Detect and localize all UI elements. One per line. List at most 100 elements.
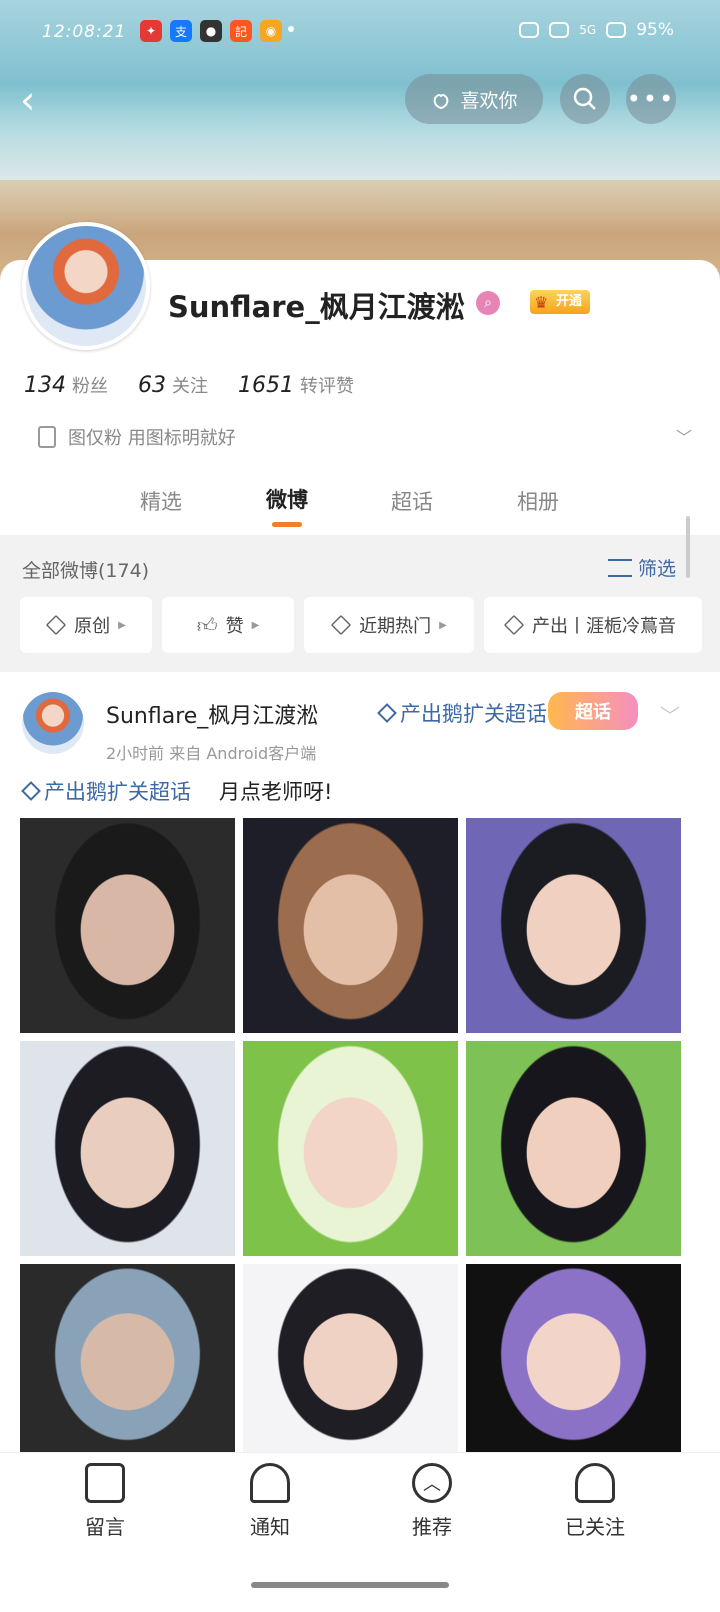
like-you-label: 喜欢你 bbox=[460, 89, 518, 112]
chip-label: 产出丨涯栀冷蔦音 bbox=[532, 616, 676, 637]
post-topic-link[interactable]: 产出鹅扩关超话 bbox=[370, 698, 547, 728]
following-label: 关注 bbox=[172, 376, 208, 397]
status-bar: 12:08:21 ✦ 支 ● 記 ◉ 5G 95% bbox=[0, 0, 720, 64]
status-right: 5G 95% bbox=[519, 20, 674, 40]
photo-7[interactable] bbox=[20, 1264, 235, 1452]
caret-right-icon: ▶ bbox=[439, 619, 447, 631]
chevron-down-icon[interactable]: ﹀ bbox=[676, 424, 692, 448]
signal-text: 5G bbox=[579, 23, 597, 37]
layers-icon bbox=[503, 614, 525, 636]
diamond-icon bbox=[21, 781, 41, 801]
photo-9[interactable] bbox=[466, 1264, 681, 1452]
filter-label: 筛选 bbox=[638, 558, 677, 580]
profile-stats: 134 粉丝 63 关注 1651 转评赞 bbox=[24, 372, 354, 398]
thumbs-up-icon: 👍︎ bbox=[196, 612, 218, 637]
photo-4[interactable] bbox=[20, 1041, 235, 1256]
likes-label: 转评赞 bbox=[300, 376, 354, 397]
post-body: 月点老师呀! bbox=[219, 780, 333, 804]
status-time: 12:08:21 bbox=[42, 22, 127, 42]
nav-label: 推荐 bbox=[412, 1515, 452, 1539]
photo-3[interactable] bbox=[466, 818, 681, 1033]
photo-6[interactable] bbox=[466, 1041, 681, 1256]
tab-album[interactable]: 相册 bbox=[517, 486, 559, 516]
app-icon-4: 記 bbox=[230, 20, 252, 42]
post-text-topic-label: 产出鹅扩关超话 bbox=[44, 780, 191, 804]
tab-featured[interactable]: 精选 bbox=[140, 486, 182, 516]
layers-icon bbox=[330, 614, 352, 636]
app-icon-1: ✦ bbox=[140, 20, 162, 42]
verified-icon[interactable]: ⌕ bbox=[476, 291, 500, 315]
search-icon bbox=[573, 87, 596, 110]
post-meta: 2小时前 来自 Android客户端 bbox=[106, 744, 317, 763]
nav-message[interactable]: 留言 bbox=[55, 1463, 155, 1540]
search-button[interactable] bbox=[560, 74, 610, 124]
diamond-icon bbox=[377, 703, 397, 723]
post-topic-label: 产出鹅扩关超话 bbox=[400, 702, 547, 726]
nav-followed[interactable]: 已关注 bbox=[545, 1463, 645, 1540]
peach-icon bbox=[434, 94, 449, 110]
chevron-down-icon[interactable]: ﹀ bbox=[660, 700, 680, 729]
nav-notify[interactable]: 通知 bbox=[220, 1463, 320, 1540]
supertopic-badge[interactable]: 超话 bbox=[548, 692, 638, 730]
battery-level: 95% bbox=[636, 20, 674, 40]
alarm-icon bbox=[549, 22, 570, 38]
like-you-button[interactable]: 喜欢你 bbox=[405, 74, 543, 124]
recommend-icon: ︿ bbox=[412, 1463, 452, 1503]
profile-page: 12:08:21 ✦ 支 ● 記 ◉ 5G 95% ‹ 喜欢你 ••• Sunf… bbox=[0, 0, 720, 1612]
wifi-icon bbox=[519, 22, 540, 38]
likes-count: 1651 bbox=[238, 373, 294, 398]
chip-topic[interactable]: 产出丨涯栀冷蔦音 bbox=[484, 597, 702, 653]
crown-icon: ♛ bbox=[534, 293, 549, 312]
banner-sea bbox=[0, 110, 720, 180]
scrollbar[interactable] bbox=[686, 516, 690, 578]
caret-right-icon: ▶ bbox=[118, 619, 126, 631]
photo-1[interactable] bbox=[20, 818, 235, 1033]
photo-8[interactable] bbox=[243, 1264, 458, 1452]
status-app-icons: ✦ 支 ● 記 ◉ bbox=[140, 20, 282, 42]
nav-recommend[interactable]: ︿ 推荐 bbox=[382, 1463, 482, 1540]
vip-badge[interactable]: ♛ 开通 bbox=[530, 290, 591, 314]
chip-label: 近期热门 bbox=[359, 616, 432, 637]
all-weibo-count: 全部微博(174) bbox=[22, 560, 150, 582]
nav-label: 留言 bbox=[85, 1515, 125, 1539]
post-avatar[interactable] bbox=[22, 692, 84, 754]
notification-dot bbox=[288, 26, 294, 32]
photo-5[interactable] bbox=[243, 1041, 458, 1256]
more-button[interactable]: ••• bbox=[626, 74, 676, 124]
post-text-topic[interactable]: 产出鹅扩关超话 bbox=[21, 776, 191, 806]
back-button[interactable]: ‹ bbox=[20, 81, 60, 122]
profile-bio[interactable]: 图仅粉 用图标明就好 bbox=[38, 424, 236, 450]
chip-label: 原创 bbox=[74, 616, 111, 637]
bell-icon bbox=[250, 1463, 290, 1503]
post-username[interactable]: Sunflare_枫月江渡淞 bbox=[106, 698, 318, 730]
nav-label: 已关注 bbox=[565, 1515, 625, 1539]
signal-icon bbox=[606, 22, 627, 38]
app-icon-weibo: ◉ bbox=[260, 20, 282, 42]
tab-indicator bbox=[272, 522, 302, 527]
fans-label: 粉丝 bbox=[72, 376, 108, 397]
bio-text: 图仅粉 用图标明就好 bbox=[68, 428, 236, 449]
following-count: 63 bbox=[138, 373, 166, 398]
profile-username: Sunflare_枫月江渡淞 bbox=[168, 290, 465, 324]
nav-label: 通知 bbox=[250, 1515, 290, 1539]
document-icon bbox=[38, 426, 56, 448]
likes-stat[interactable]: 1651 转评赞 bbox=[238, 372, 354, 398]
following-stat[interactable]: 63 关注 bbox=[138, 372, 208, 398]
chip-original[interactable]: 原创 ▶ bbox=[20, 597, 152, 653]
tab-supertopic[interactable]: 超话 bbox=[391, 486, 433, 516]
post-text: 产出鹅扩关超话 月点老师呀! bbox=[21, 776, 333, 806]
fans-stat[interactable]: 134 粉丝 bbox=[24, 372, 108, 398]
tab-weibo[interactable]: 微博 bbox=[266, 484, 308, 514]
filter-icon bbox=[608, 558, 632, 577]
more-icon: ••• bbox=[626, 85, 676, 113]
chip-hot[interactable]: 近期热门 ▶ bbox=[304, 597, 474, 653]
chip-liked[interactable]: 👍︎ 赞 ▶ bbox=[162, 597, 294, 653]
avatar[interactable] bbox=[22, 222, 150, 350]
photo-2[interactable] bbox=[243, 818, 458, 1033]
app-icon-alipay: 支 bbox=[170, 20, 192, 42]
home-indicator[interactable] bbox=[251, 1582, 449, 1588]
caret-right-icon: ▶ bbox=[251, 619, 260, 631]
message-icon bbox=[85, 1463, 125, 1503]
filter-button[interactable]: 筛选 bbox=[608, 554, 676, 581]
app-icon-qq: ● bbox=[200, 20, 222, 42]
